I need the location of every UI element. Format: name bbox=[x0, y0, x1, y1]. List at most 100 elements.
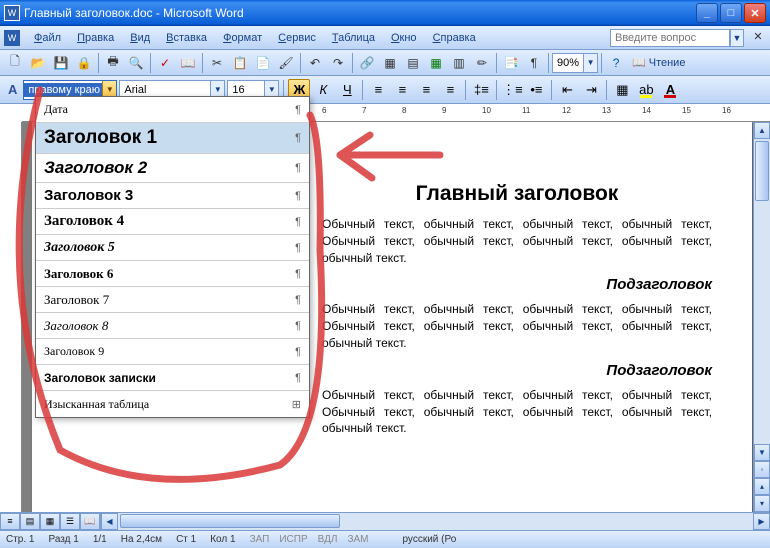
menu-правка[interactable]: Правка bbox=[69, 29, 122, 47]
line-spacing-icon[interactable]: ‡≡ bbox=[470, 79, 492, 101]
style-option[interactable]: Заголовок 3¶ bbox=[36, 183, 309, 209]
copy-icon[interactable]: 📋 bbox=[229, 52, 251, 74]
browse-object-icon[interactable]: ◦ bbox=[754, 461, 770, 478]
reading-view-icon[interactable]: 📖 bbox=[80, 513, 100, 530]
style-option[interactable]: Дата¶ bbox=[36, 97, 309, 123]
style-option[interactable]: Заголовок 4¶ bbox=[36, 209, 309, 235]
cut-icon[interactable]: ✂ bbox=[206, 52, 228, 74]
tables-borders-icon[interactable]: ▦ bbox=[379, 52, 401, 74]
new-doc-icon[interactable]: 🗋 bbox=[4, 52, 26, 74]
style-option[interactable]: Заголовок 5¶ bbox=[36, 235, 309, 261]
permissions-icon[interactable]: 🔒 bbox=[73, 52, 95, 74]
align-left-icon[interactable]: ≡ bbox=[367, 79, 389, 101]
doc-heading-2[interactable]: Подзаголовок bbox=[322, 276, 712, 293]
undo-icon[interactable]: ↶ bbox=[304, 52, 326, 74]
help-icon[interactable]: ? bbox=[605, 52, 627, 74]
align-right-icon[interactable]: ≡ bbox=[415, 79, 437, 101]
help-search-input[interactable] bbox=[610, 29, 730, 47]
research-icon[interactable]: 📖 bbox=[177, 52, 199, 74]
style-name: Заголовок 5 bbox=[44, 240, 115, 256]
numbered-list-icon[interactable]: ⋮≡ bbox=[501, 79, 523, 101]
insert-table-icon[interactable]: ▤ bbox=[402, 52, 424, 74]
close-button[interactable]: ✕ bbox=[744, 3, 766, 23]
normal-view-icon[interactable]: ≡ bbox=[0, 513, 20, 530]
outline-view-icon[interactable]: ☰ bbox=[60, 513, 80, 530]
scroll-up-icon[interactable]: ▲ bbox=[754, 122, 770, 139]
underline-button[interactable]: Ч bbox=[336, 79, 358, 101]
maximize-button[interactable]: □ bbox=[720, 3, 742, 23]
style-option[interactable]: Заголовок 1¶ bbox=[36, 123, 309, 154]
print-view-icon[interactable]: ▦ bbox=[40, 513, 60, 530]
scroll-down-icon[interactable]: ▼ bbox=[754, 444, 770, 461]
doc-paragraph[interactable]: Обычный текст, обычный текст, обычный те… bbox=[322, 216, 712, 266]
chevron-down-icon[interactable]: ▼ bbox=[583, 54, 597, 72]
scroll-right-icon[interactable]: ▶ bbox=[753, 513, 770, 530]
style-option[interactable]: Заголовок 6¶ bbox=[36, 261, 309, 287]
bulleted-list-icon[interactable]: •≡ bbox=[525, 79, 547, 101]
menu-вид[interactable]: Вид bbox=[122, 29, 158, 47]
help-dropdown-arrow[interactable]: ▼ bbox=[730, 29, 744, 47]
menu-окно[interactable]: Окно bbox=[383, 29, 425, 47]
status-mode[interactable]: ИСПР bbox=[279, 534, 307, 545]
style-option[interactable]: Заголовок 8¶ bbox=[36, 313, 309, 339]
doc-paragraph[interactable]: Обычный текст, обычный текст, обычный те… bbox=[322, 301, 712, 351]
doc-system-icon[interactable]: W bbox=[4, 30, 20, 46]
increase-indent-icon[interactable]: ⇥ bbox=[580, 79, 602, 101]
scroll-left-icon[interactable]: ◀ bbox=[101, 513, 118, 530]
paste-icon[interactable]: 📄 bbox=[252, 52, 274, 74]
excel-icon[interactable]: ▦ bbox=[425, 52, 447, 74]
reading-mode-button[interactable]: 📖 Чтение bbox=[628, 56, 689, 69]
style-option[interactable]: Заголовок 7¶ bbox=[36, 287, 309, 313]
format-painter-icon[interactable]: 🖌 bbox=[275, 52, 297, 74]
style-option[interactable]: Заголовок записки¶ bbox=[36, 365, 309, 391]
columns-icon[interactable]: ▥ bbox=[448, 52, 470, 74]
menu-таблица[interactable]: Таблица bbox=[324, 29, 383, 47]
menu-формат[interactable]: Формат bbox=[215, 29, 270, 47]
print-preview-icon[interactable]: 🔍 bbox=[125, 52, 147, 74]
scroll-thumb[interactable] bbox=[120, 514, 340, 528]
spellcheck-icon[interactable]: ✓ bbox=[154, 52, 176, 74]
status-mode[interactable]: ЗАП bbox=[250, 534, 270, 545]
save-icon[interactable]: 💾 bbox=[50, 52, 72, 74]
menu-сервис[interactable]: Сервис bbox=[270, 29, 324, 47]
align-center-icon[interactable]: ≡ bbox=[391, 79, 413, 101]
doc-paragraph[interactable]: Обычный текст, обычный текст, обычный те… bbox=[322, 387, 712, 437]
menu-файл[interactable]: Файл bbox=[26, 29, 69, 47]
horizontal-scroll-row: ≡ ▤ ▦ ☰ 📖 ◀ ▶ bbox=[0, 512, 770, 530]
style-option[interactable]: Изысканная таблица⊞ bbox=[36, 391, 309, 417]
style-option[interactable]: Заголовок 9¶ bbox=[36, 339, 309, 365]
minimize-button[interactable]: _ bbox=[696, 3, 718, 23]
styles-pane-icon[interactable]: A bbox=[4, 82, 21, 97]
print-icon[interactable]: 🖶 bbox=[102, 52, 124, 74]
style-option[interactable]: Заголовок 2¶ bbox=[36, 154, 309, 183]
doc-heading-2[interactable]: Подзаголовок bbox=[322, 362, 712, 379]
next-page-icon[interactable]: ▾ bbox=[754, 495, 770, 512]
open-icon[interactable]: 📂 bbox=[27, 52, 49, 74]
status-language: русский (Ро bbox=[402, 534, 456, 545]
redo-icon[interactable]: ↷ bbox=[327, 52, 349, 74]
doc-map-icon[interactable]: 📑 bbox=[500, 52, 522, 74]
borders-icon[interactable]: ▦ bbox=[611, 79, 633, 101]
menu-справка[interactable]: Справка bbox=[425, 29, 484, 47]
web-view-icon[interactable]: ▤ bbox=[20, 513, 40, 530]
italic-button[interactable]: К bbox=[312, 79, 334, 101]
status-mode[interactable]: ЗАМ bbox=[347, 534, 368, 545]
doc-heading-1[interactable]: Главный заголовок bbox=[322, 182, 712, 206]
decrease-indent-icon[interactable]: ⇤ bbox=[556, 79, 578, 101]
scroll-thumb[interactable] bbox=[755, 141, 769, 201]
close-document-button[interactable]: ✕ bbox=[750, 30, 766, 46]
menu-вставка[interactable]: Вставка bbox=[158, 29, 215, 47]
hyperlink-icon[interactable]: 🔗 bbox=[356, 52, 378, 74]
drawing-icon[interactable]: ✏ bbox=[471, 52, 493, 74]
vertical-scrollbar[interactable]: ▲ ▼ ◦ ▴ ▾ bbox=[753, 122, 770, 512]
zoom-combo[interactable]: 90% ▼ bbox=[552, 53, 598, 73]
font-color-icon[interactable]: A bbox=[659, 79, 681, 101]
vertical-ruler[interactable] bbox=[0, 122, 22, 512]
align-justify-icon[interactable]: ≡ bbox=[439, 79, 461, 101]
highlight-icon[interactable]: ab bbox=[635, 79, 657, 101]
horizontal-scrollbar[interactable]: ◀ ▶ bbox=[101, 513, 770, 530]
style-dropdown-panel[interactable]: Дата¶Заголовок 1¶Заголовок 2¶Заголовок 3… bbox=[35, 96, 310, 418]
show-marks-icon[interactable]: ¶ bbox=[523, 52, 545, 74]
status-mode[interactable]: ВДЛ bbox=[318, 534, 338, 545]
prev-page-icon[interactable]: ▴ bbox=[754, 478, 770, 495]
